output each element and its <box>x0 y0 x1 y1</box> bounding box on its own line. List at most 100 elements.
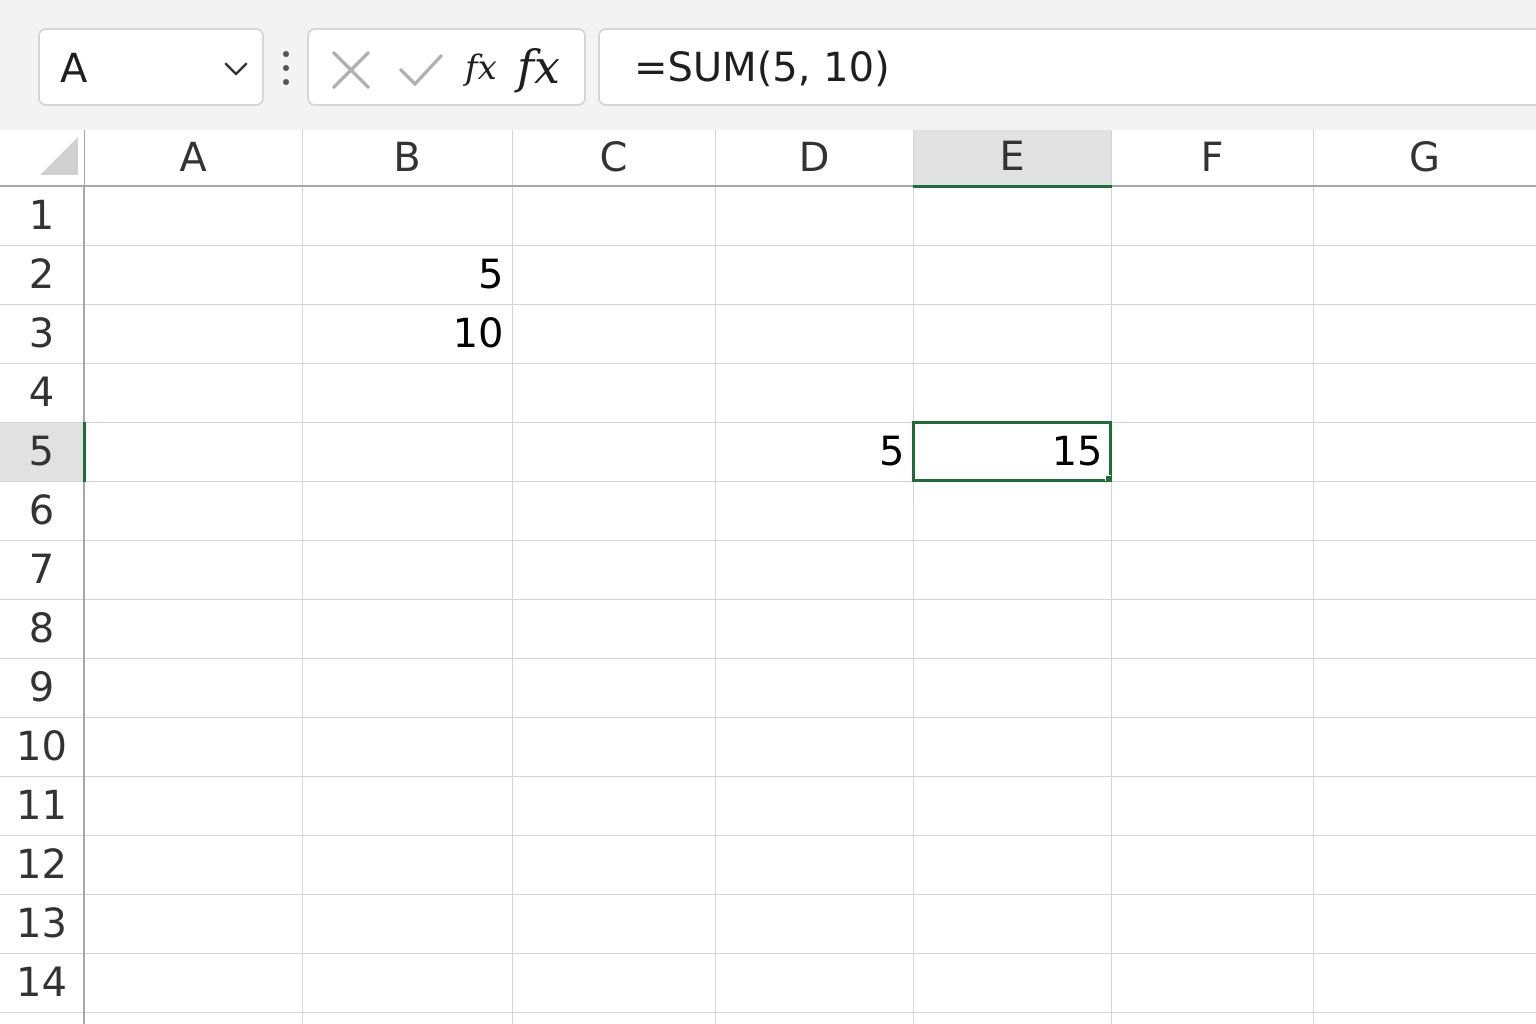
column-header-g[interactable]: G <box>1313 130 1536 187</box>
row-header-12[interactable]: 12 <box>0 835 85 895</box>
cell-b10[interactable] <box>302 717 513 777</box>
cell-a9[interactable] <box>84 658 303 718</box>
column-header-b[interactable]: B <box>302 130 513 187</box>
column-header-a[interactable]: A <box>84 130 303 187</box>
cell-a8[interactable] <box>84 599 303 659</box>
column-header-c[interactable]: C <box>512 130 716 187</box>
cell-b12[interactable] <box>302 835 513 895</box>
row-header-10[interactable]: 10 <box>0 717 85 777</box>
row-header-7[interactable]: 7 <box>0 540 85 600</box>
cell-a10[interactable] <box>84 717 303 777</box>
cell-g9[interactable] <box>1313 658 1536 718</box>
cell-d9[interactable] <box>715 658 914 718</box>
cell-f12[interactable] <box>1111 835 1314 895</box>
column-header-d[interactable]: D <box>715 130 914 187</box>
cell-f8[interactable] <box>1111 599 1314 659</box>
row-header-6[interactable]: 6 <box>0 481 85 541</box>
cell-d10[interactable] <box>715 717 914 777</box>
cell-f3[interactable] <box>1111 304 1314 364</box>
chevron-down-icon[interactable] <box>222 55 250 83</box>
column-header-e[interactable]: E <box>913 130 1112 188</box>
cell-a14[interactable] <box>84 953 303 1013</box>
cell-c2[interactable] <box>512 245 716 305</box>
cell-f13[interactable] <box>1111 894 1314 954</box>
cell-c12[interactable] <box>512 835 716 895</box>
cell-a1[interactable] <box>84 186 303 246</box>
cell-e12[interactable] <box>913 835 1112 895</box>
row-header-1[interactable]: 1 <box>0 186 85 246</box>
row-header-2[interactable]: 2 <box>0 245 85 305</box>
cell-b15[interactable] <box>302 1012 513 1024</box>
cell-g10[interactable] <box>1313 717 1536 777</box>
cell-f5[interactable] <box>1111 422 1314 482</box>
cell-b11[interactable] <box>302 776 513 836</box>
cell-g6[interactable] <box>1313 481 1536 541</box>
cell-e3[interactable] <box>913 304 1112 364</box>
cell-f10[interactable] <box>1111 717 1314 777</box>
formula-input[interactable]: =SUM(5, 10) <box>598 28 1536 106</box>
cell-d13[interactable] <box>715 894 914 954</box>
row-header-15[interactable]: 15 <box>0 1012 85 1024</box>
cell-f1[interactable] <box>1111 186 1314 246</box>
cell-g5[interactable] <box>1313 422 1536 482</box>
cell-g8[interactable] <box>1313 599 1536 659</box>
column-header-f[interactable]: F <box>1111 130 1314 187</box>
cell-e5[interactable]: 15 <box>912 421 1112 482</box>
row-header-8[interactable]: 8 <box>0 599 85 659</box>
cell-e1[interactable] <box>913 186 1112 246</box>
cell-f15[interactable] <box>1111 1012 1314 1024</box>
cell-d5[interactable]: 5 <box>715 422 914 482</box>
cell-c8[interactable] <box>512 599 716 659</box>
cell-g7[interactable] <box>1313 540 1536 600</box>
cell-f6[interactable] <box>1111 481 1314 541</box>
cell-a15[interactable] <box>84 1012 303 1024</box>
cell-c6[interactable] <box>512 481 716 541</box>
cell-d8[interactable] <box>715 599 914 659</box>
cell-a6[interactable] <box>84 481 303 541</box>
cell-b5[interactable] <box>302 422 513 482</box>
cell-f14[interactable] <box>1111 953 1314 1013</box>
name-box[interactable]: A <box>38 28 264 106</box>
cell-a12[interactable] <box>84 835 303 895</box>
cell-g14[interactable] <box>1313 953 1536 1013</box>
cell-d14[interactable] <box>715 953 914 1013</box>
cell-d4[interactable] <box>715 363 914 423</box>
cell-g2[interactable] <box>1313 245 1536 305</box>
cell-e7[interactable] <box>913 540 1112 600</box>
cell-d11[interactable] <box>715 776 914 836</box>
cell-g12[interactable] <box>1313 835 1536 895</box>
cell-b3[interactable]: 10 <box>302 304 513 364</box>
cell-g11[interactable] <box>1313 776 1536 836</box>
cell-e6[interactable] <box>913 481 1112 541</box>
cell-f2[interactable] <box>1111 245 1314 305</box>
cell-b1[interactable] <box>302 186 513 246</box>
cell-a2[interactable] <box>84 245 303 305</box>
insert-function-icon[interactable]: fx <box>465 46 497 90</box>
cell-c3[interactable] <box>512 304 716 364</box>
cell-a13[interactable] <box>84 894 303 954</box>
cell-e14[interactable] <box>913 953 1112 1013</box>
cell-d15[interactable] <box>715 1012 914 1024</box>
cell-f4[interactable] <box>1111 363 1314 423</box>
cell-b8[interactable] <box>302 599 513 659</box>
function-icon[interactable]: fx <box>517 38 560 96</box>
cell-c1[interactable] <box>512 186 716 246</box>
cell-g13[interactable] <box>1313 894 1536 954</box>
cell-d7[interactable] <box>715 540 914 600</box>
x-icon[interactable] <box>329 48 373 92</box>
cell-g4[interactable] <box>1313 363 1536 423</box>
row-header-11[interactable]: 11 <box>0 776 85 836</box>
row-header-13[interactable]: 13 <box>0 894 85 954</box>
select-all-corner[interactable] <box>0 130 85 187</box>
cell-e13[interactable] <box>913 894 1112 954</box>
row-header-9[interactable]: 9 <box>0 658 85 718</box>
cell-b9[interactable] <box>302 658 513 718</box>
cell-c5[interactable] <box>512 422 716 482</box>
cell-e2[interactable] <box>913 245 1112 305</box>
cell-a4[interactable] <box>84 363 303 423</box>
cell-c14[interactable] <box>512 953 716 1013</box>
cell-d6[interactable] <box>715 481 914 541</box>
cell-a7[interactable] <box>84 540 303 600</box>
cell-a11[interactable] <box>84 776 303 836</box>
cell-d12[interactable] <box>715 835 914 895</box>
